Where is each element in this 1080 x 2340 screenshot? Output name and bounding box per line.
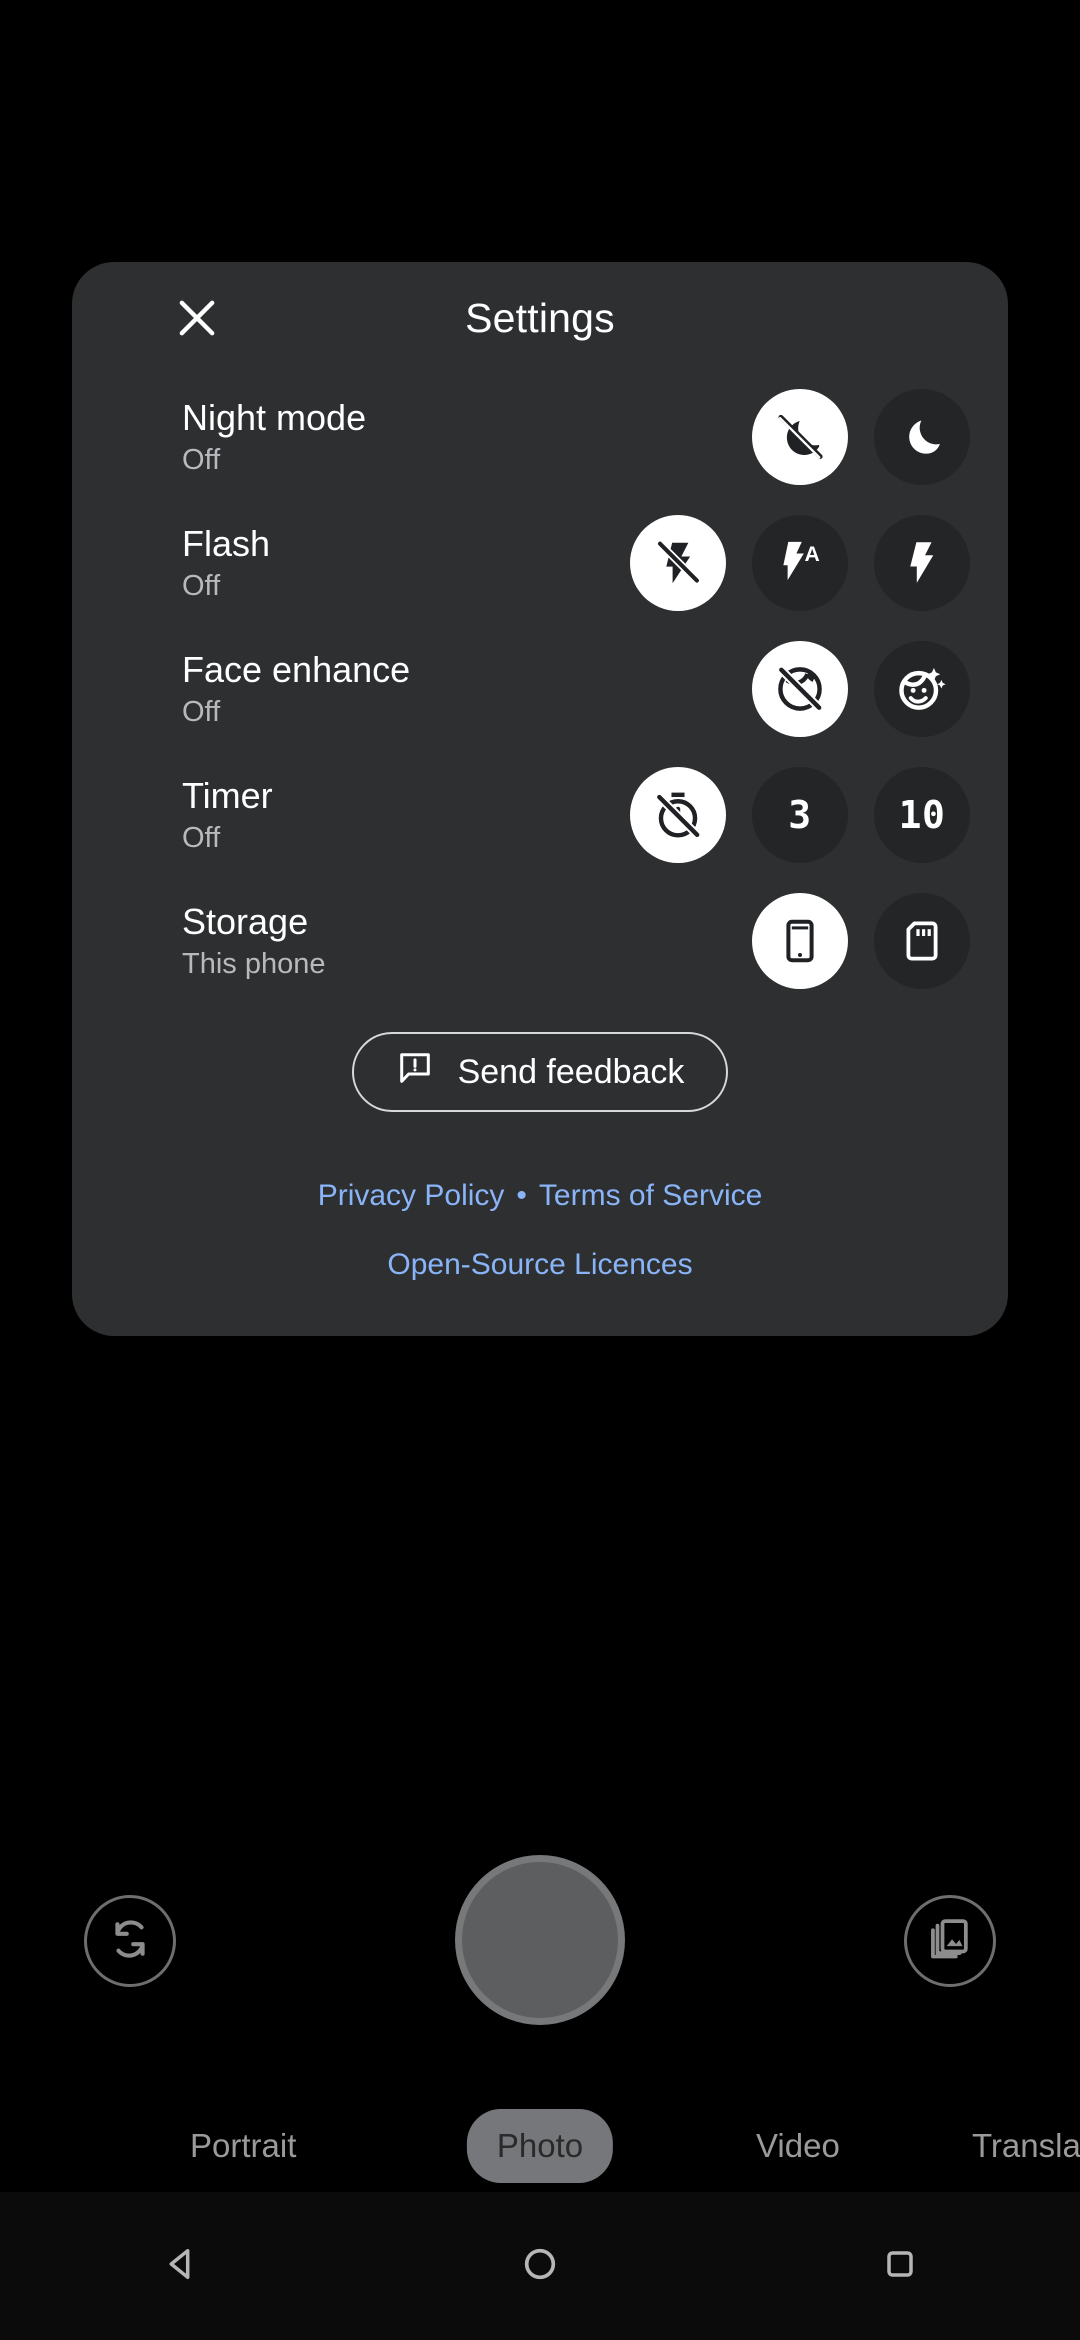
setting-value: Off [182,444,221,476]
open-source-licences-link[interactable]: Open-Source Licences [387,1248,692,1281]
setting-row-face-enhance: Face enhance Off [72,626,1008,752]
setting-options [752,389,970,485]
svg-text:A: A [805,543,820,566]
setting-title: Storage [182,901,309,942]
setting-options: A [630,515,970,611]
setting-labels: Night mode Off [182,396,752,478]
feedback-section: Send feedback [72,1032,1008,1112]
gallery-icon [925,1914,975,1969]
timer-3s-label: 3 [788,793,812,837]
mode-tab-video[interactable]: Video [726,2109,870,2183]
option-storage-phone[interactable] [752,893,848,989]
setting-labels: Flash Off [182,522,630,604]
setting-title: Face enhance [182,649,411,690]
face-enhance-off-icon [772,661,828,717]
option-night-mode-on[interactable] [874,389,970,485]
shutter-button[interactable] [455,1855,625,2025]
close-button[interactable] [170,291,224,345]
flash-off-icon [651,536,705,590]
terms-of-service-link[interactable]: Terms of Service [539,1179,762,1212]
option-storage-sd-card[interactable] [874,893,970,989]
setting-row-storage: Storage This phone [72,878,1008,1004]
android-navigation-bar [0,2192,1080,2340]
switch-camera-button[interactable] [84,1895,176,1987]
nav-back-button[interactable] [120,2221,240,2311]
home-circle-icon [519,2243,561,2290]
camera-app-screen: Settings Night mode Off Flash Off A Face… [0,0,1080,2340]
setting-options [752,893,970,989]
timer-off-icon [650,787,706,843]
option-face-enhance-off[interactable] [752,641,848,737]
legal-links: Privacy Policy • Terms of Service Open-Sou… [72,1164,1008,1302]
setting-value: Off [182,822,221,854]
setting-title: Night mode [182,397,367,438]
option-flash-off[interactable] [630,515,726,611]
option-flash-on[interactable] [874,515,970,611]
nav-home-button[interactable] [480,2221,600,2311]
mode-tab-translate[interactable]: Translate [942,2109,1080,2183]
night-mode-off-icon [773,410,827,464]
setting-row-night-mode: Night mode Off [72,374,1008,500]
moon-icon [897,412,947,462]
setting-value: This phone [182,948,326,980]
setting-title: Timer [182,775,273,816]
option-night-mode-off[interactable] [752,389,848,485]
send-feedback-label: Send feedback [457,1052,685,1091]
nav-recents-button[interactable] [840,2221,960,2311]
setting-value: Off [182,570,221,602]
setting-title: Flash [182,523,271,564]
gallery-button[interactable] [904,1895,996,1987]
close-icon [171,292,223,344]
feedback-bubble-icon [396,1049,434,1096]
face-retouch-icon [894,661,950,717]
recents-square-icon [880,2244,920,2289]
back-triangle-icon [159,2243,201,2290]
timer-10s-label: 10 [898,793,946,837]
privacy-policy-link[interactable]: Privacy Policy [318,1179,505,1212]
camera-mode-tabs: Portrait Photo Video Translate [0,2100,1080,2192]
camera-switch-icon [104,1913,156,1970]
flash-on-icon [896,537,948,589]
option-flash-auto[interactable]: A [752,515,848,611]
phone-storage-icon [776,917,824,965]
option-timer-off[interactable] [630,767,726,863]
send-feedback-button[interactable]: Send feedback [351,1032,729,1112]
settings-sheet: Settings Night mode Off Flash Off A Face… [72,262,1008,1336]
mode-tab-portrait[interactable]: Portrait [160,2109,326,2183]
setting-labels: Storage This phone [182,900,752,982]
option-face-enhance-on[interactable] [874,641,970,737]
mode-tab-photo[interactable]: Photo [466,2109,614,2183]
setting-options [752,641,970,737]
setting-row-flash: Flash Off A [72,500,1008,626]
settings-list: Night mode Off Flash Off A Face enhance … [72,374,1008,1004]
setting-row-timer: Timer Off 3 10 [72,752,1008,878]
sd-card-icon [898,917,946,965]
settings-header: Settings [72,262,1008,374]
option-timer-10s[interactable]: 10 [874,767,970,863]
legal-separator: • [516,1179,527,1212]
setting-labels: Timer Off [182,774,630,856]
flash-auto-icon: A [773,536,827,590]
setting-value: Off [182,696,221,728]
setting-labels: Face enhance Off [182,648,752,730]
setting-options: 3 10 [630,767,970,863]
camera-controls [0,1855,1080,2025]
option-timer-3s[interactable]: 3 [752,767,848,863]
